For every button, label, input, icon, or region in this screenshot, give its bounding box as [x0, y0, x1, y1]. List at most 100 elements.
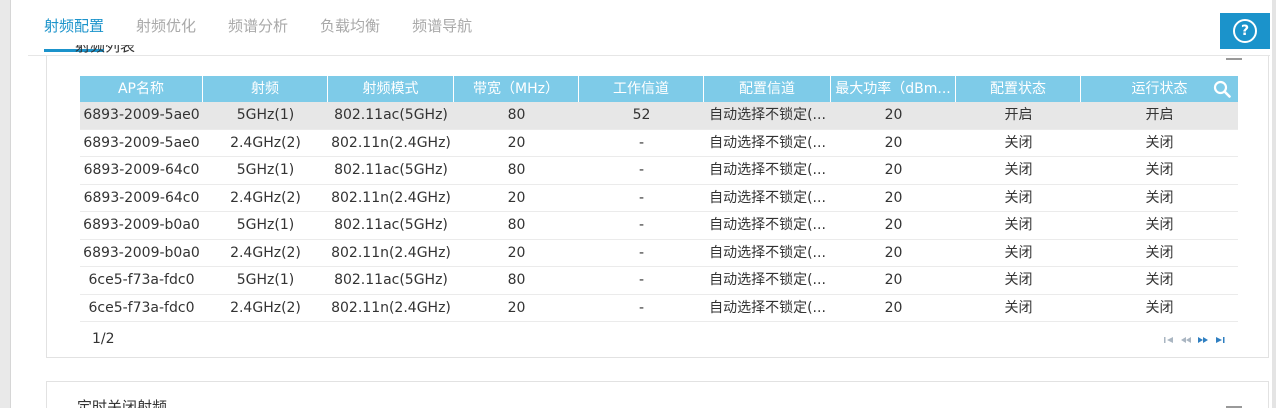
table-row[interactable]: 6893-2009-5ae0 2.4GHz(2) 802.11n(2.4GHz) 20… [80, 130, 1238, 157]
cell-ap-name: 6893-2009-64c0 [83, 189, 200, 206]
question-circle-icon: ? [1233, 19, 1257, 43]
column-header-working-channel[interactable]: 工作信道 [579, 76, 704, 102]
left-scroll-strip [0, 0, 11, 408]
next-page-icon[interactable] [1197, 336, 1209, 344]
cell-bandwidth: 20 [507, 134, 526, 151]
cell-working-channel: 52 [632, 107, 651, 123]
cell-run-status: 关闭 [1145, 272, 1174, 288]
cell-bandwidth: 80 [507, 162, 526, 178]
cell-radio-mode: 802.11n(2.4GHz) [331, 189, 451, 206]
cell-config-channel: 自动选择不锁定(... [709, 299, 826, 316]
column-header-radio-mode[interactable]: 射频模式 [328, 76, 454, 102]
cell-run-status: 关闭 [1145, 134, 1174, 151]
tab-spectrum-analysis[interactable]: 频谱分析 [212, 0, 304, 52]
tab-load-balance[interactable]: 负载均衡 [304, 0, 396, 52]
first-page-icon[interactable] [1163, 336, 1175, 344]
panel-title: 射频列表 [75, 45, 135, 63]
cell-radio: 2.4GHz(2) [230, 189, 301, 206]
cell-bandwidth: 80 [507, 107, 526, 123]
cell-radio-mode: 802.11ac(5GHz) [334, 217, 448, 233]
collapse-icon[interactable] [1226, 58, 1242, 60]
cell-max-power: 20 [884, 189, 903, 206]
radio-list-panel: 射频列表 AP名称 射频 射频模式 带宽（MHz） 工作信道 配置信道 最大功率… [46, 45, 1269, 358]
cell-ap-name: 6893-2009-5ae0 [83, 134, 200, 151]
cell-config-channel: 自动选择不锁定(... [709, 244, 826, 261]
cell-radio-mode: 802.11ac(5GHz) [334, 162, 448, 178]
table-row[interactable]: 6893-2009-b0a0 5GHz(1) 802.11ac(5GHz) 80 - 自动… [80, 212, 1238, 240]
table-row[interactable]: 6ce5-f73a-fdc0 5GHz(1) 802.11ac(5GHz) 80 - 自动… [80, 267, 1238, 295]
cell-config-channel: 自动选择不锁定(... [709, 217, 826, 233]
cell-config-status: 关闭 [1004, 299, 1033, 316]
cell-ap-name: 6893-2009-b0a0 [83, 244, 200, 261]
table-body: 6893-2009-5ae0 5GHz(1) 802.11ac(5GHz) 80 52 自… [80, 102, 1238, 322]
cell-working-channel: - [638, 217, 645, 233]
cell-radio-mode: 802.11n(2.4GHz) [331, 299, 451, 316]
cell-max-power: 20 [884, 134, 903, 151]
cell-bandwidth: 80 [507, 272, 526, 288]
cell-config-status: 关闭 [1004, 217, 1033, 233]
cell-working-channel: - [638, 134, 645, 151]
cell-radio: 2.4GHz(2) [230, 134, 301, 151]
cell-bandwidth: 20 [507, 244, 526, 261]
last-page-icon[interactable] [1214, 336, 1226, 344]
column-header-radio[interactable]: 射频 [203, 76, 328, 102]
cell-working-channel: - [638, 244, 645, 261]
column-header-ap-name[interactable]: AP名称 [80, 76, 203, 102]
cell-config-status: 关闭 [1004, 162, 1033, 178]
cell-max-power: 20 [884, 244, 903, 261]
cell-config-status: 开启 [1004, 107, 1033, 123]
cell-ap-name: 6893-2009-b0a0 [83, 217, 200, 233]
pagination-bar: 1/2 [80, 328, 1238, 352]
column-header-run-status[interactable]: 运行状态 [1081, 76, 1238, 102]
table-row[interactable]: 6893-2009-64c0 5GHz(1) 802.11ac(5GHz) 80 - 自动… [80, 157, 1238, 185]
table-row[interactable]: 6ce5-f73a-fdc0 2.4GHz(2) 802.11n(2.4GHz) 20… [80, 295, 1238, 322]
cell-radio-mode: 802.11n(2.4GHz) [331, 134, 451, 151]
cell-run-status: 关闭 [1145, 189, 1174, 206]
cell-run-status: 开启 [1145, 107, 1174, 123]
help-button[interactable]: ? [1220, 13, 1270, 49]
cell-radio: 2.4GHz(2) [230, 244, 301, 261]
column-header-bandwidth[interactable]: 带宽（MHz） [454, 76, 579, 102]
cell-config-channel: 自动选择不锁定(... [709, 134, 826, 151]
cell-config-status: 关闭 [1004, 134, 1033, 151]
cell-run-status: 关闭 [1145, 299, 1174, 316]
cell-radio: 5GHz(1) [236, 107, 295, 123]
column-header-run-status-label: 运行状态 [1131, 81, 1188, 97]
cell-run-status: 关闭 [1145, 217, 1174, 233]
table-row[interactable]: 6893-2009-5ae0 5GHz(1) 802.11ac(5GHz) 80 52 自… [80, 102, 1238, 130]
cell-working-channel: - [638, 299, 645, 316]
cell-max-power: 20 [884, 107, 903, 123]
cell-config-channel: 自动选择不锁定(... [709, 162, 826, 178]
scheduled-radio-off-panel: 定时关闭射频 [46, 381, 1269, 408]
cell-config-status: 关闭 [1004, 189, 1033, 206]
cell-working-channel: - [638, 272, 645, 288]
cell-config-channel: 自动选择不锁定(... [709, 272, 826, 288]
right-scroll-strip[interactable] [1272, 0, 1276, 408]
page-indicator: 1/2 [92, 331, 115, 347]
radio-table: AP名称 射频 射频模式 带宽（MHz） 工作信道 配置信道 最大功率（dBm.… [80, 76, 1238, 322]
cell-radio: 2.4GHz(2) [230, 299, 301, 316]
cell-max-power: 20 [884, 272, 903, 288]
cell-config-status: 关闭 [1004, 244, 1033, 261]
table-row[interactable]: 6893-2009-b0a0 2.4GHz(2) 802.11n(2.4GHz) 20… [80, 240, 1238, 267]
cell-config-channel: 自动选择不锁定(... [709, 107, 826, 123]
column-header-max-power[interactable]: 最大功率（dBm... [831, 76, 956, 102]
cell-radio: 5GHz(1) [236, 272, 295, 288]
cell-max-power: 20 [884, 162, 903, 178]
cell-working-channel: - [638, 189, 645, 206]
cell-bandwidth: 80 [507, 217, 526, 233]
panel-title-text: 射频列表 [75, 45, 136, 55]
search-icon[interactable] [1213, 80, 1231, 98]
table-row[interactable]: 6893-2009-64c0 2.4GHz(2) 802.11n(2.4GHz) 20… [80, 185, 1238, 212]
cell-radio-mode: 802.11ac(5GHz) [334, 107, 448, 123]
cell-bandwidth: 20 [507, 189, 526, 206]
cell-ap-name: 6ce5-f73a-fdc0 [88, 299, 195, 316]
cell-working-channel: - [638, 162, 645, 178]
pager-controls [1163, 336, 1226, 344]
page: 射频配置 射频优化 频谱分析 负载均衡 频谱导航 ? 射频列表 AP名称 射频 … [0, 0, 1276, 408]
tab-spectrum-navigation[interactable]: 频谱导航 [396, 0, 488, 52]
column-header-config-channel[interactable]: 配置信道 [704, 76, 831, 102]
cell-radio: 5GHz(1) [236, 217, 295, 233]
column-header-config-status[interactable]: 配置状态 [956, 76, 1081, 102]
prev-page-icon[interactable] [1180, 336, 1192, 344]
